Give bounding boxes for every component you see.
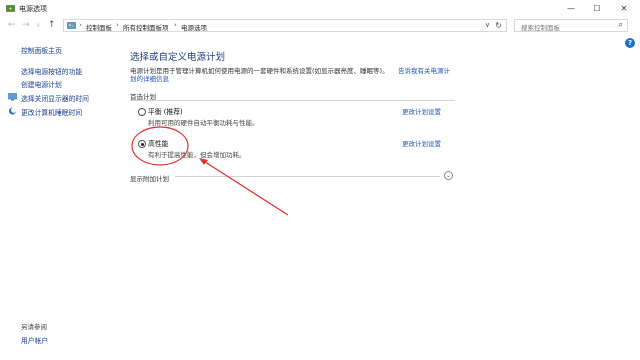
sidebar-item-home[interactable]: 控制面板主页 <box>21 45 62 55</box>
forward-arrow-icon[interactable]: → <box>22 20 30 30</box>
see-also-heading: 另请参阅 <box>21 323 47 331</box>
control-panel-icon <box>67 22 76 29</box>
breadcrumb-separator: › <box>174 21 177 29</box>
balanced-plan-description: 利用可用的硬件自动平衡功耗与性能。 <box>148 119 259 127</box>
breadcrumb-separator: › <box>79 21 82 29</box>
search-box[interactable]: 搜索控制面板 ⌕ <box>514 19 628 32</box>
address-dropdown-icon[interactable]: ∨ <box>485 21 490 29</box>
breadcrumb-power-options[interactable]: 电源选项 <box>181 22 207 32</box>
title-bar: 电源选项 — ☐ ✕ <box>0 0 640 17</box>
balanced-plan-radio[interactable] <box>138 108 146 116</box>
back-arrow-icon[interactable]: ← <box>8 20 16 30</box>
sidebar-item-display-off[interactable]: 选择关闭显示器的时间 <box>21 93 89 103</box>
minimize-button[interactable]: — <box>558 0 584 17</box>
address-bar[interactable]: › 控制面板 › 所有控制面板项 › 电源选项 ∨ ↻ <box>63 19 507 32</box>
up-arrow-icon[interactable]: ↑ <box>48 20 56 30</box>
window-title: 电源选项 <box>19 5 47 13</box>
help-icon[interactable]: ? <box>625 38 635 48</box>
breadcrumb-control-panel[interactable]: 控制面板 <box>86 22 112 32</box>
annotation-arrowhead <box>199 158 208 165</box>
learn-more-link[interactable]: 告诉我有关电源计 <box>398 65 450 75</box>
page-title: 选择或自定义电源计划 <box>130 52 226 63</box>
show-additional-plans-label[interactable]: 显示附加计划 <box>130 173 169 183</box>
balanced-change-settings-link[interactable]: 更改计划设置 <box>402 106 441 116</box>
high-performance-change-settings-link[interactable]: 更改计划设置 <box>402 138 441 148</box>
power-options-icon <box>6 5 15 12</box>
refresh-icon[interactable]: ↻ <box>495 21 502 30</box>
high-performance-plan-name[interactable]: 高性能 <box>148 138 168 148</box>
navigation-bar: ← → ∨ ↑ › 控制面板 › 所有控制面板项 › 电源选项 ∨ ↻ 搜索控制… <box>0 17 640 34</box>
breadcrumb-all-items[interactable]: 所有控制面板项 <box>123 22 169 32</box>
sidebar-item-sleep-time[interactable]: 更改计算机睡眠时间 <box>21 107 82 117</box>
breadcrumb-separator: › <box>116 21 119 29</box>
red-annotation <box>131 126 289 216</box>
maximize-button[interactable]: ☐ <box>584 0 610 17</box>
search-icon[interactable]: ⌕ <box>619 20 623 30</box>
recent-dropdown-icon[interactable]: ∨ <box>36 22 40 29</box>
expand-chevron-icon[interactable]: ⌄ <box>444 171 453 180</box>
high-performance-plan-description: 有利于提高性能，但会增加功耗。 <box>148 151 246 159</box>
additional-plans-divider <box>175 176 440 177</box>
balanced-plan-name[interactable]: 平衡 (推荐) <box>148 106 183 116</box>
learn-more-link-continued[interactable]: 划的详细信息 <box>130 73 169 83</box>
section-divider <box>130 100 455 101</box>
user-accounts-link[interactable]: 用户帐户 <box>21 335 48 345</box>
monitor-icon <box>8 93 17 101</box>
close-button[interactable]: ✕ <box>611 0 637 17</box>
search-placeholder: 搜索控制面板 <box>521 24 560 32</box>
sleep-moon-icon <box>9 107 17 115</box>
sidebar-item-create-plan[interactable]: 创建电源计划 <box>21 79 62 89</box>
high-performance-plan-radio[interactable] <box>138 140 146 148</box>
sidebar-item-power-button[interactable]: 选择电源按钮的功能 <box>21 66 82 76</box>
annotation-arrow-line <box>201 159 289 216</box>
